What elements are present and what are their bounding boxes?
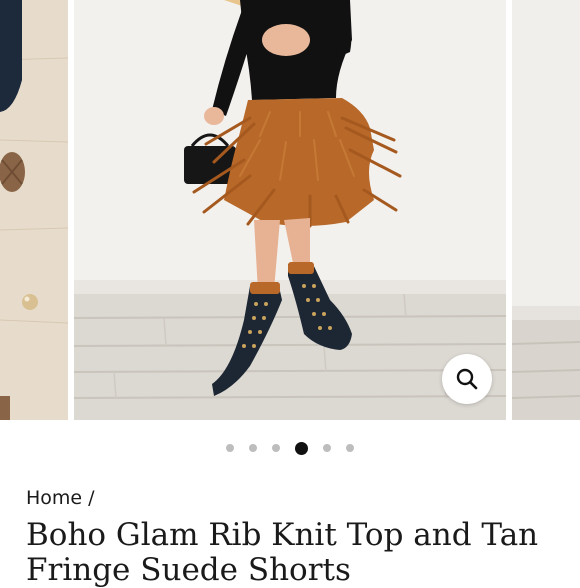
pagination-dot[interactable] xyxy=(249,444,257,452)
pagination-dot[interactable] xyxy=(272,444,280,452)
search-icon xyxy=(456,368,478,390)
zoom-button[interactable] xyxy=(442,354,492,404)
product-title: Boho Glam Rib Knit Top and Tan Fringe Su… xyxy=(26,517,539,588)
previous-slide-image xyxy=(0,0,68,420)
breadcrumb-separator: / xyxy=(88,487,95,509)
product-image-gallery[interactable] xyxy=(0,0,580,420)
product-photo xyxy=(74,0,506,420)
gallery-slide-previous[interactable] xyxy=(0,0,68,420)
pagination-dot[interactable] xyxy=(226,444,234,452)
breadcrumb: Home / xyxy=(26,487,95,509)
gallery-slide-current[interactable] xyxy=(74,0,506,420)
pagination-dot-active[interactable] xyxy=(295,441,308,455)
gallery-slide-next[interactable] xyxy=(512,0,580,420)
pagination-dot[interactable] xyxy=(346,444,354,452)
breadcrumb-home-link[interactable]: Home xyxy=(26,487,82,509)
pagination-dot[interactable] xyxy=(323,444,331,452)
gallery-pagination xyxy=(0,440,580,456)
next-slide-image xyxy=(512,0,580,420)
